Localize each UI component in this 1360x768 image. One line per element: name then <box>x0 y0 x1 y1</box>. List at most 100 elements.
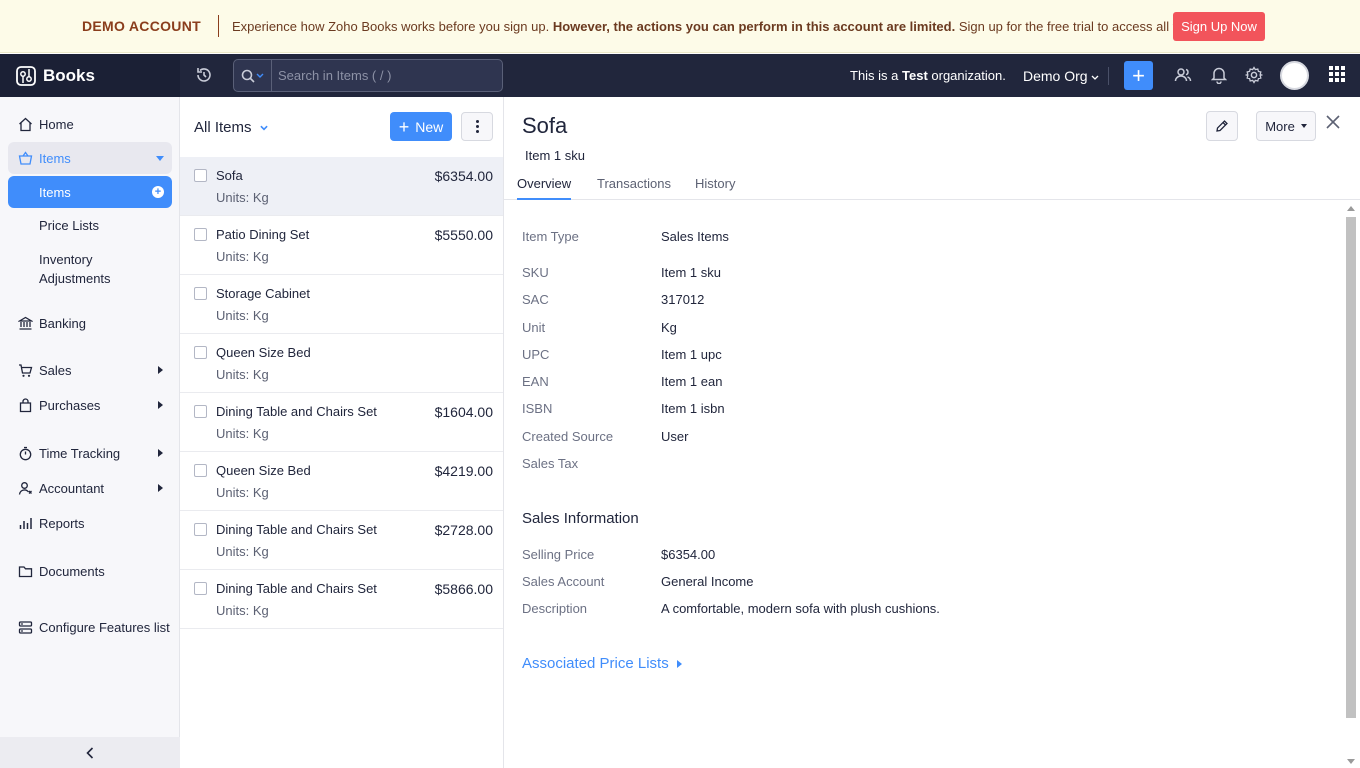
sidebar-subitem-inventory-adjustments[interactable]: Inventory Adjustments <box>39 250 111 288</box>
recent-activity-icon[interactable] <box>195 66 213 84</box>
field-value: A comfortable, modern sofa with plush cu… <box>661 601 940 616</box>
edit-button[interactable] <box>1206 111 1238 141</box>
search-bar[interactable]: Search in Items ( / ) <box>233 59 503 92</box>
configure-icon <box>17 619 33 635</box>
field-label: Unit <box>522 320 546 335</box>
sidebar-item-label: Inventory <box>39 252 93 267</box>
chevron-right-icon <box>158 484 163 492</box>
view-selector[interactable]: All Items <box>194 119 268 136</box>
row-checkbox[interactable] <box>194 346 207 359</box>
more-options-button[interactable] <box>461 112 493 141</box>
page-title: Sofa <box>522 113 568 138</box>
item-units: Units: Kg <box>216 603 269 618</box>
org-switcher[interactable]: Demo Org <box>1023 68 1099 84</box>
field-label: Sales Tax <box>522 456 579 471</box>
row-checkbox[interactable] <box>194 582 207 595</box>
add-item-icon[interactable]: + <box>152 186 164 198</box>
sidebar-collapse-button[interactable] <box>0 737 180 768</box>
tab-history[interactable]: History <box>695 176 735 200</box>
row-checkbox[interactable] <box>194 287 207 300</box>
search-input[interactable]: Search in Items ( / ) <box>272 68 391 83</box>
sidebar-item-sales[interactable]: Sales <box>8 354 172 386</box>
sidebar-item-time-tracking[interactable]: Time Tracking <box>8 437 172 469</box>
scroll-down-icon[interactable] <box>1347 759 1355 765</box>
row-checkbox[interactable] <box>194 169 207 182</box>
item-units: Units: Kg <box>216 426 269 441</box>
item-price: $4219.00 <box>434 463 493 479</box>
list-item[interactable]: Patio Dining Set Units: Kg $5550.00 <box>180 216 503 275</box>
chevron-right-icon <box>158 449 163 457</box>
sidebar-item-configure-features[interactable]: Configure Features list <box>8 611 172 643</box>
items-list-pane: All Items + New Sofa Units: Kg $6354.00 P… <box>180 97 504 768</box>
list-item[interactable]: Sofa Units: Kg $6354.00 <box>180 157 503 216</box>
field-label: SKU <box>522 265 549 280</box>
users-icon[interactable] <box>1174 66 1192 84</box>
avatar[interactable] <box>1280 61 1309 90</box>
field-label: ISBN <box>522 401 553 416</box>
more-button[interactable]: More <box>1256 111 1316 141</box>
sidebar-item-label: Items <box>39 150 71 166</box>
more-button-label: More <box>1265 118 1295 134</box>
row-checkbox[interactable] <box>194 228 207 241</box>
item-price: $5550.00 <box>434 227 493 243</box>
item-name: Dining Table and Chairs Set <box>216 404 377 419</box>
sidebar-item-accountant[interactable]: Accountant <box>8 472 172 504</box>
item-price: $2728.00 <box>434 522 493 538</box>
search-icon[interactable] <box>234 60 272 91</box>
field-value: Item 1 upc <box>661 347 722 362</box>
detail-scrollbar[interactable] <box>1344 203 1358 768</box>
field-value: Item 1 isbn <box>661 401 725 416</box>
sign-up-button[interactable]: Sign Up Now <box>1173 12 1265 41</box>
field-label: EAN <box>522 374 549 389</box>
item-units: Units: Kg <box>216 308 269 323</box>
chevron-down-icon <box>260 125 268 131</box>
demo-account-label: DEMO ACCOUNT <box>82 18 201 34</box>
list-item[interactable]: Dining Table and Chairs Set Units: Kg $1… <box>180 393 503 452</box>
item-price: $5866.00 <box>434 581 493 597</box>
scroll-up-icon[interactable] <box>1347 205 1355 211</box>
new-item-button[interactable]: + New <box>390 112 452 141</box>
tab-transactions[interactable]: Transactions <box>597 176 671 200</box>
quick-create-button[interactable]: + <box>1124 61 1153 90</box>
list-item[interactable]: Storage Cabinet Units: Kg <box>180 275 503 334</box>
books-logo[interactable]: Books <box>0 54 180 97</box>
field-value: User <box>661 429 689 444</box>
item-units: Units: Kg <box>216 367 269 382</box>
gear-icon[interactable] <box>1245 66 1263 84</box>
sidebar-subitem-items[interactable]: Items + <box>8 176 172 208</box>
list-item[interactable]: Queen Size Bed Units: Kg $4219.00 <box>180 452 503 511</box>
top-navigation: Books Search in Items ( / ) This is a Te… <box>0 54 1360 97</box>
field-label: Description <box>522 601 588 616</box>
row-checkbox[interactable] <box>194 523 207 536</box>
associated-price-lists-link[interactable]: Associated Price Lists <box>522 655 682 672</box>
list-item[interactable]: Dining Table and Chairs Set Units: Kg $5… <box>180 570 503 629</box>
sidebar-item-label: Documents <box>39 563 105 579</box>
chevron-right-icon <box>158 366 163 374</box>
tab-overview[interactable]: Overview <box>517 176 572 200</box>
shopping-bag-icon <box>17 397 33 413</box>
row-checkbox[interactable] <box>194 405 207 418</box>
sidebar-item-reports[interactable]: Reports <box>8 507 172 539</box>
basket-icon <box>17 150 33 166</box>
list-item[interactable]: Dining Table and Chairs Set Units: Kg $2… <box>180 511 503 570</box>
sidebar-item-documents[interactable]: Documents <box>8 555 172 587</box>
sidebar-subitem-price-lists[interactable]: Price Lists <box>39 216 99 235</box>
bell-icon[interactable] <box>1211 66 1227 84</box>
sidebar-item-items[interactable]: Items <box>8 142 172 174</box>
sidebar-item-banking[interactable]: Banking <box>8 307 172 339</box>
scrollbar-thumb[interactable] <box>1346 217 1356 718</box>
sidebar-item-label: Items <box>39 184 71 200</box>
accountant-icon <box>17 480 33 496</box>
sidebar: Home Items Items + Price Lists Inventory… <box>0 97 180 768</box>
sidebar-item-purchases[interactable]: Purchases <box>8 389 172 421</box>
field-label: Selling Price <box>522 547 595 562</box>
item-price: $1604.00 <box>434 404 493 420</box>
close-icon[interactable] <box>1326 115 1340 129</box>
field-value: Kg <box>661 320 677 335</box>
list-item[interactable]: Queen Size Bed Units: Kg <box>180 334 503 393</box>
sidebar-item-home[interactable]: Home <box>8 108 172 140</box>
apps-grid-icon[interactable] <box>1329 66 1345 82</box>
row-checkbox[interactable] <box>194 464 207 477</box>
chevron-down-icon <box>1092 75 1099 80</box>
pencil-icon <box>1216 120 1228 132</box>
